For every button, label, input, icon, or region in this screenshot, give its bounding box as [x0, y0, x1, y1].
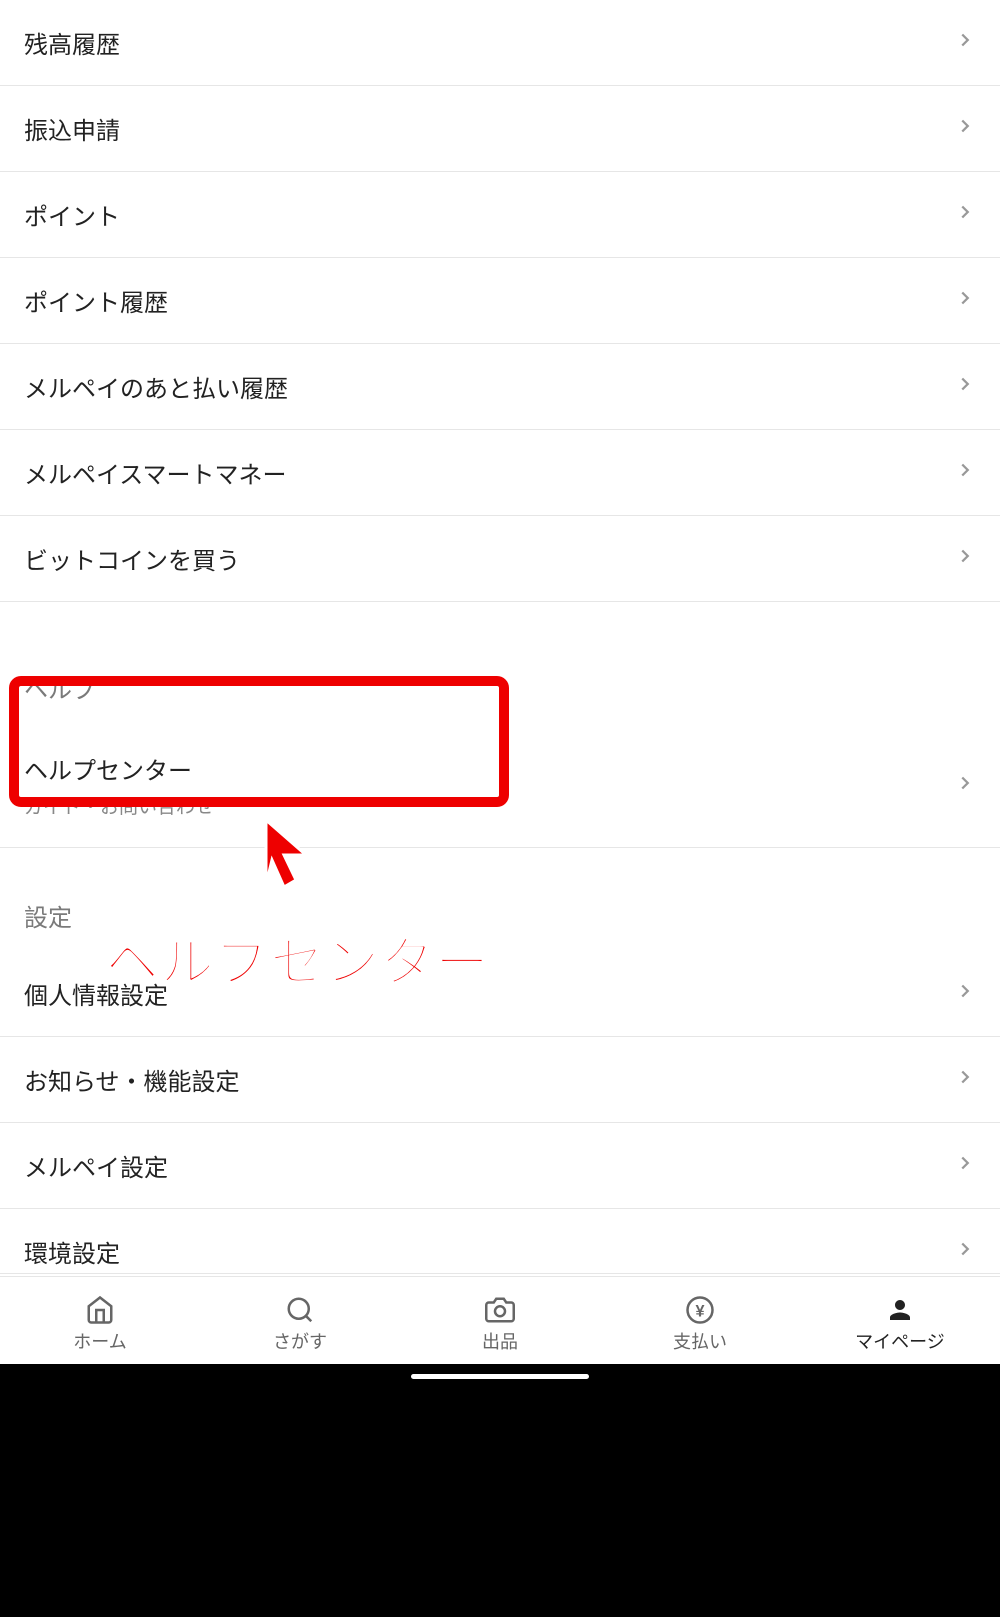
menu-item-label: メルペイスマートマネー — [24, 455, 287, 490]
chevron-right-icon — [954, 980, 976, 1007]
menu-item-label: ポイント — [24, 197, 120, 232]
nav-mypage[interactable]: マイページ — [800, 1294, 1000, 1354]
menu-item-buy-bitcoin[interactable]: ビットコインを買う — [0, 516, 1000, 602]
home-indicator — [411, 1374, 589, 1379]
menu-item-label: 振込申請 — [24, 111, 120, 146]
menu-item-sublabel: ガイド・お問い合わせ — [24, 792, 214, 819]
menu-item-notifications[interactable]: お知らせ・機能設定 — [0, 1037, 1000, 1123]
menu-item-points-history[interactable]: ポイント履歴 — [0, 258, 1000, 344]
home-indicator-bar — [0, 1364, 1000, 1388]
divider — [0, 1273, 1000, 1274]
menu-item-label: 環境設定 — [24, 1234, 120, 1269]
nav-label: マイページ — [855, 1328, 945, 1354]
nav-payment[interactable]: ¥ 支払い — [600, 1294, 800, 1354]
nav-label: ホーム — [73, 1328, 126, 1354]
menu-item-merpay-settings[interactable]: メルペイ設定 — [0, 1123, 1000, 1209]
chevron-right-icon — [954, 29, 976, 56]
menu-item-points[interactable]: ポイント — [0, 172, 1000, 258]
chevron-right-icon — [954, 545, 976, 572]
menu-item-transfer-request[interactable]: 振込申請 — [0, 86, 1000, 172]
nav-home[interactable]: ホーム — [0, 1294, 200, 1354]
menu-item-merpay-later-history[interactable]: メルペイのあと払い履歴 — [0, 344, 1000, 430]
bottom-nav: ホーム さがす 出品 ¥ 支払い マイページ — [0, 1276, 1000, 1364]
nav-sell[interactable]: 出品 — [400, 1294, 600, 1354]
section-header-settings: 設定 — [0, 848, 1000, 951]
chevron-right-icon — [954, 1066, 976, 1093]
menu-item-balance-history[interactable]: 残高履歴 — [0, 0, 1000, 86]
chevron-right-icon — [954, 1238, 976, 1265]
home-icon — [84, 1294, 116, 1326]
menu-item-label: メルペイ設定 — [24, 1148, 168, 1183]
chevron-right-icon — [954, 772, 976, 799]
nav-label: 出品 — [482, 1328, 518, 1354]
menu-item-label: 個人情報設定 — [24, 976, 168, 1011]
menu-item-label: ポイント履歴 — [24, 283, 168, 318]
nav-label: 支払い — [673, 1328, 727, 1354]
svg-text:¥: ¥ — [695, 1302, 704, 1320]
yen-icon: ¥ — [684, 1294, 716, 1326]
section-header-help: ヘルプ — [0, 602, 1000, 723]
menu-item-merpay-smart-money[interactable]: メルペイスマートマネー — [0, 430, 1000, 516]
chevron-right-icon — [954, 287, 976, 314]
chevron-right-icon — [954, 115, 976, 142]
black-bottom-area — [0, 1387, 1000, 1617]
menu-item-label: 残高履歴 — [24, 25, 120, 60]
menu-item-label: メルペイのあと払い履歴 — [24, 369, 288, 404]
camera-icon — [484, 1294, 516, 1326]
menu-item-help-center[interactable]: ヘルプセンター ガイド・お問い合わせ — [0, 723, 1000, 848]
nav-search[interactable]: さがす — [200, 1294, 400, 1354]
person-icon — [884, 1294, 916, 1326]
chevron-right-icon — [954, 1152, 976, 1179]
chevron-right-icon — [954, 373, 976, 400]
search-icon — [284, 1294, 316, 1326]
menu-item-personal-info[interactable]: 個人情報設定 — [0, 951, 1000, 1037]
chevron-right-icon — [954, 201, 976, 228]
menu-item-label: ヘルプセンター — [24, 751, 214, 786]
chevron-right-icon — [954, 459, 976, 486]
menu-item-label: ビットコインを買う — [24, 541, 240, 576]
nav-label: さがす — [273, 1328, 327, 1354]
menu-item-label: お知らせ・機能設定 — [24, 1062, 240, 1097]
